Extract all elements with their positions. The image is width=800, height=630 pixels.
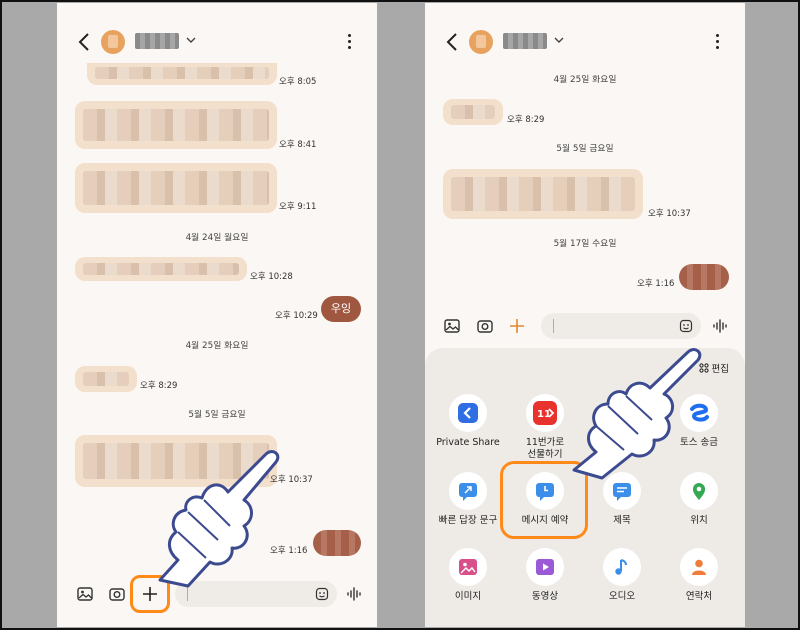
app-label: 빠른 답장 문구 <box>438 515 498 526</box>
message-timestamp: 오후 10:37 <box>648 209 691 219</box>
app-label: Private Share <box>436 437 500 448</box>
app-private-share[interactable]: Private Share <box>428 394 508 449</box>
app-subject[interactable]: 제목 <box>582 472 662 527</box>
chat-screen-right: 4월 25일 화요일 오후 8:29 5월 5일 금요일 오후 10:37 5월… <box>425 3 745 627</box>
message-bubble-incoming[interactable] <box>75 163 277 213</box>
chevron-down-icon[interactable] <box>553 35 565 45</box>
date-separator: 5월 5일 금요일 <box>188 410 246 420</box>
app-toss-transfer[interactable]: 토스 송금 <box>659 394 739 449</box>
app-audio[interactable]: 오디오 <box>582 548 662 603</box>
location-icon <box>680 472 718 510</box>
video-icon <box>526 548 564 586</box>
message-timestamp: 오후 1:16 <box>637 279 675 289</box>
image-icon <box>449 548 487 586</box>
message-bubble-incoming[interactable] <box>443 169 643 219</box>
app-quick-reply[interactable]: 빠른 답장 문구 <box>428 472 508 527</box>
message-timestamp: 오후 9:11 <box>279 202 317 212</box>
private-share-icon <box>449 394 487 432</box>
date-separator: 5월 5일 금요일 <box>556 144 614 154</box>
message-bubble-outgoing[interactable]: 우잉 <box>321 296 361 322</box>
audio-icon <box>603 548 641 586</box>
svg-text:11: 11 <box>537 409 551 420</box>
message-bubble-incoming[interactable] <box>75 257 247 281</box>
more-options-icon[interactable] <box>346 34 352 50</box>
chat-header <box>425 3 745 77</box>
app-11st-gift[interactable]: 11 11번가로 선물하기 <box>505 394 585 461</box>
app-hidden[interactable] <box>582 394 662 437</box>
gallery-icon[interactable] <box>76 585 94 603</box>
grid-icon <box>698 363 709 373</box>
message-timestamp: 오후 10:29 <box>275 311 318 321</box>
message-timestamp: 오후 8:29 <box>140 381 178 391</box>
message-input[interactable] <box>175 581 337 607</box>
message-bubble-outgoing[interactable] <box>679 264 729 290</box>
back-arrow-icon[interactable] <box>75 31 95 53</box>
subject-icon <box>603 472 641 510</box>
app-image[interactable]: 이미지 <box>428 548 508 603</box>
app-label: 위치 <box>690 515 708 526</box>
highlight-schedule-message <box>500 461 588 539</box>
avatar[interactable] <box>469 30 493 54</box>
app-label: 11번가로 선물하기 <box>525 437 565 460</box>
toss-icon <box>680 394 718 432</box>
message-bubble-incoming[interactable] <box>443 99 503 125</box>
app-location[interactable]: 위치 <box>659 472 739 527</box>
contact-name-redacted[interactable] <box>503 33 547 49</box>
date-separator: 4월 25일 화요일 <box>185 341 249 351</box>
camera-icon[interactable] <box>476 317 494 335</box>
quick-reply-icon <box>449 472 487 510</box>
message-timestamp: 오후 8:29 <box>507 115 545 125</box>
message-timestamp: 오후 8:05 <box>279 77 317 87</box>
message-timestamp: 오후 8:41 <box>279 140 317 150</box>
edit-label: 편집 <box>711 364 729 375</box>
app-label: 연락처 <box>685 591 713 602</box>
date-separator: 5월 17일 수요일 <box>553 239 617 249</box>
date-separator: 4월 25일 화요일 <box>553 75 617 85</box>
gallery-icon[interactable] <box>443 317 461 335</box>
highlight-plus-button <box>130 575 170 613</box>
app-label: 토스 송금 <box>680 437 718 448</box>
back-arrow-icon[interactable] <box>443 31 463 53</box>
message-bubble-incoming[interactable] <box>87 63 277 85</box>
message-timestamp: 오후 1:16 <box>270 546 308 556</box>
message-input[interactable] <box>541 313 701 339</box>
chat-screen-left: 오후 8:05 오후 8:41 오후 9:11 4월 24일 월요일 오후 10… <box>57 3 377 627</box>
camera-icon[interactable] <box>108 585 126 603</box>
app-label: 오디오 <box>608 591 636 602</box>
voice-record-icon[interactable] <box>345 585 363 603</box>
message-bubble-incoming[interactable] <box>75 101 277 149</box>
emoji-icon[interactable] <box>315 587 329 601</box>
voice-record-icon[interactable] <box>711 317 729 335</box>
contact-name-redacted[interactable] <box>135 33 179 49</box>
message-bubble-outgoing[interactable] <box>313 530 361 556</box>
app-label: 제목 <box>613 515 631 526</box>
contact-icon <box>680 548 718 586</box>
edit-button[interactable]: 편집 <box>698 361 729 375</box>
message-timestamp: 오후 10:37 <box>270 475 313 485</box>
text-cursor <box>187 587 188 601</box>
11st-gift-icon: 11 <box>526 394 564 432</box>
app-video[interactable]: 동영상 <box>505 548 585 603</box>
app-contact[interactable]: 연락처 <box>659 548 739 603</box>
more-options-icon[interactable] <box>714 34 720 50</box>
chevron-down-icon[interactable] <box>185 35 197 45</box>
app-label: 이미지 <box>454 591 482 602</box>
avatar[interactable] <box>101 30 125 54</box>
add-plus-icon[interactable] <box>508 317 526 335</box>
attachment-drawer: 편집 Private Share 11 11번가로 선물하기 토스 송금 빠른 … <box>425 348 745 627</box>
message-timestamp: 오후 10:28 <box>250 272 293 282</box>
text-cursor <box>553 319 554 333</box>
message-bubble-incoming[interactable] <box>75 366 137 392</box>
app-label: 동영상 <box>531 591 559 602</box>
date-separator: 4월 24일 월요일 <box>185 233 249 243</box>
emoji-icon[interactable] <box>679 319 693 333</box>
hidden-app-icon <box>603 394 641 432</box>
message-bubble-incoming[interactable] <box>75 435 277 487</box>
